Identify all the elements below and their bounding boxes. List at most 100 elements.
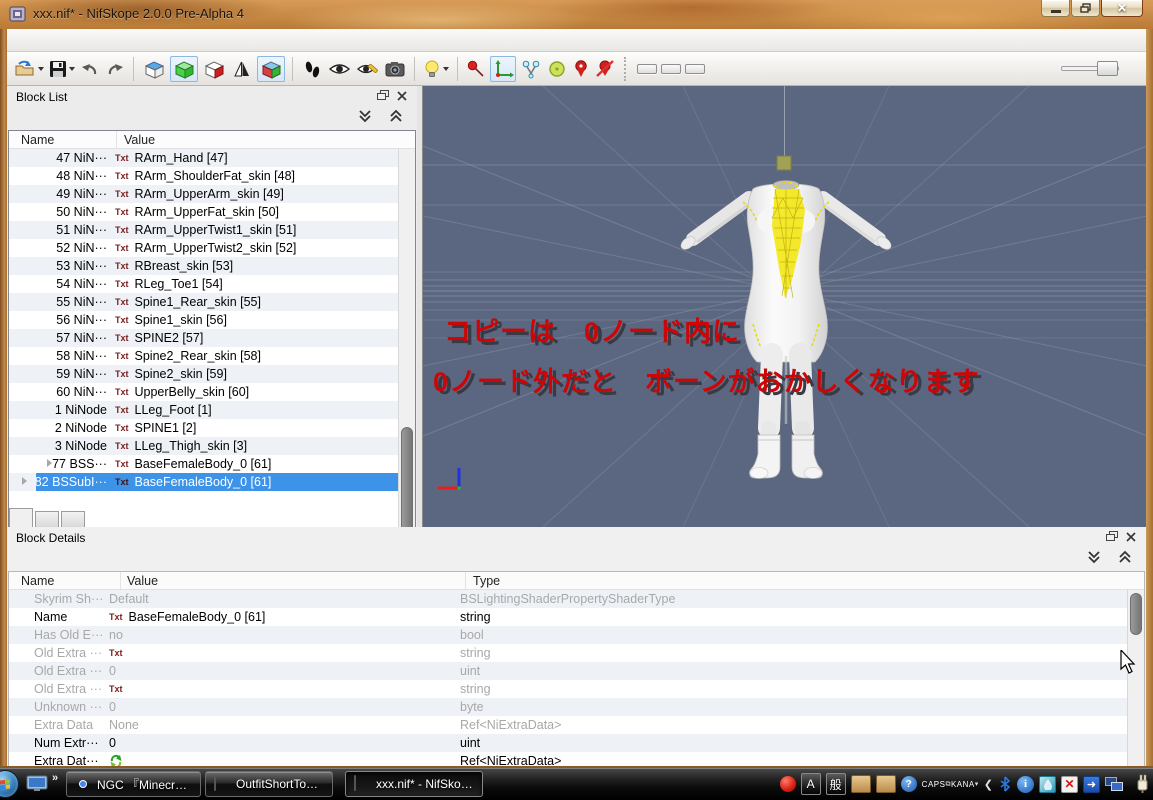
save-button[interactable]: [48, 56, 76, 82]
slider-handle[interactable]: [1097, 61, 1118, 76]
menu-item[interactable]: [31, 38, 49, 42]
scale-slider[interactable]: [1061, 61, 1119, 76]
detail-row[interactable]: Old Extra ··· Txt string: [9, 680, 1127, 698]
hide-markers-button[interactable]: [594, 56, 616, 82]
column-header-type[interactable]: Type: [466, 572, 1144, 589]
toolbar-menu-label[interactable]: [710, 65, 730, 73]
close-button[interactable]: ✕: [1101, 0, 1143, 17]
taskbar-button[interactable]: OutfitShortTop.nif...: [205, 771, 333, 797]
block-list-row[interactable]: 59 NiN··· Txt Spine2_skin [59]: [9, 365, 398, 383]
menu-item[interactable]: [67, 38, 85, 42]
detail-row[interactable]: Skyrim Sh··· Default BSLightingShaderPro…: [9, 590, 1127, 608]
block-list-row[interactable]: 55 NiN··· Txt Spine1_Rear_skin [55]: [9, 293, 398, 311]
dock-tab[interactable]: [61, 511, 85, 527]
power-plug-icon[interactable]: [1134, 774, 1150, 794]
column-header-value[interactable]: Value: [117, 131, 415, 148]
show-markers-button[interactable]: [571, 56, 591, 82]
block-list-row[interactable]: 51 NiN··· Txt RArm_UpperTwist1_skin [51]: [9, 221, 398, 239]
column-header-name[interactable]: Name: [9, 131, 117, 148]
float-panel-icon[interactable]: [1106, 531, 1118, 542]
ime-palette-icon[interactable]: [850, 775, 871, 793]
block-list-row[interactable]: 49 NiN··· Txt RArm_UpperArm_skin [49]: [9, 185, 398, 203]
detail-row[interactable]: Old Extra ··· 0 uint: [9, 662, 1127, 680]
menu-item[interactable]: [13, 38, 31, 42]
collapse-all-button[interactable]: [354, 108, 376, 124]
detail-row[interactable]: Unknown ··· 0 byte: [9, 698, 1127, 716]
detail-row[interactable]: Has Old E··· no bool: [9, 626, 1127, 644]
block-list-row[interactable]: 82 BSSubI··· Txt BaseFemaleBody_0 [61]: [9, 473, 398, 491]
block-list-row[interactable]: 1 NiNode Txt LLeg_Foot [1]: [9, 401, 398, 419]
redo-button[interactable]: [104, 56, 126, 82]
expand-all-button[interactable]: [1114, 549, 1136, 565]
show-axes-button[interactable]: [490, 55, 516, 82]
minimize-button[interactable]: [1041, 0, 1070, 17]
backface-mode-button[interactable]: [201, 56, 227, 82]
bluetooth-icon[interactable]: [998, 776, 1012, 792]
edit-visibility-button[interactable]: [355, 56, 380, 82]
menu-item[interactable]: [103, 38, 121, 42]
close-panel-icon[interactable]: [397, 90, 407, 101]
viewport[interactable]: コピーは 0ノード内に 0ノード外だと ボーンがおかしくなります: [422, 86, 1146, 527]
show-collision-button[interactable]: [546, 56, 568, 82]
open-dropdown-caret[interactable]: [38, 66, 44, 71]
lighting-dropdown-caret[interactable]: [443, 66, 449, 71]
block-list-row[interactable]: 53 NiN··· Txt RBreast_skin [53]: [9, 257, 398, 275]
block-list-row[interactable]: 2 NiNode Txt SPINE1 [2]: [9, 419, 398, 437]
dock-toggle-button[interactable]: [637, 63, 657, 74]
detail-row[interactable]: Num Extr··· 0 uint: [9, 734, 1127, 752]
block-details-scrollbar[interactable]: [1127, 590, 1144, 766]
close-panel-icon[interactable]: [1126, 531, 1136, 542]
dual-monitor-icon[interactable]: [1105, 776, 1123, 792]
restore-button[interactable]: [1071, 0, 1100, 17]
block-list-row[interactable]: 60 NiN··· Txt UpperBelly_skin [60]: [9, 383, 398, 401]
block-list-row[interactable]: 50 NiN··· Txt RArm_UpperFat_skin [50]: [9, 203, 398, 221]
dock-tab[interactable]: [35, 511, 59, 527]
menu-item[interactable]: [85, 38, 103, 42]
block-list-row[interactable]: 77 BSS··· Txt BaseFemaleBody_0 [61]: [9, 455, 398, 473]
collapse-all-button[interactable]: [1083, 549, 1105, 565]
animation-play-button[interactable]: [300, 56, 324, 82]
detail-row[interactable]: Name Txt BaseFemaleBody_0 [61] string: [9, 608, 1127, 626]
caps-kana-indicator[interactable]: CAPS ⧉ KANA ▾: [922, 780, 979, 789]
detail-row[interactable]: Extra Dat··· Ref<NiExtraData>: [9, 752, 1127, 766]
refresh-icon[interactable]: [109, 754, 123, 766]
dock-toggle-button[interactable]: [661, 63, 681, 74]
wireframe-mode-button[interactable]: [141, 56, 167, 82]
column-header-value[interactable]: Value: [121, 572, 466, 589]
titlebar[interactable]: xxx.nif* - NifSkope 2.0.0 Pre-Alpha 4 ✕: [0, 0, 1153, 29]
hidden-icons-chevron[interactable]: ❮: [984, 778, 993, 791]
expand-all-button[interactable]: [385, 108, 407, 124]
show-hidden-button[interactable]: [327, 56, 352, 82]
solid-mode-button[interactable]: [170, 55, 198, 82]
info-icon[interactable]: i: [1017, 775, 1034, 793]
block-list-row[interactable]: 58 NiN··· Txt Spine2_Rear_skin [58]: [9, 347, 398, 365]
show-desktop-icon[interactable]: [26, 775, 48, 792]
ime-general-button[interactable]: 般: [825, 773, 846, 795]
block-list-row[interactable]: 3 NiNode Txt LLeg_Thigh_skin [3]: [9, 437, 398, 455]
column-header-name[interactable]: Name: [9, 572, 121, 589]
block-list-row[interactable]: 48 NiN··· Txt RArm_ShoulderFat_skin [48]: [9, 167, 398, 185]
start-button[interactable]: [0, 770, 19, 798]
ime-toolbox-icon[interactable]: [875, 775, 896, 793]
lighting-button[interactable]: [422, 56, 450, 82]
float-panel-icon[interactable]: [377, 90, 389, 101]
block-list-row[interactable]: 57 NiN··· Txt SPINE2 [57]: [9, 329, 398, 347]
scrollbar-thumb[interactable]: [1130, 593, 1142, 635]
node-handle[interactable]: [776, 155, 792, 171]
expand-arrow-icon[interactable]: [22, 477, 27, 485]
open-button[interactable]: [13, 56, 45, 82]
screenshot-button[interactable]: [383, 56, 407, 82]
ime-ball-icon[interactable]: [779, 776, 796, 792]
block-list-row[interactable]: 56 NiN··· Txt Spine1_skin [56]: [9, 311, 398, 329]
vertex-probe-button[interactable]: [465, 56, 487, 82]
quick-launch-overflow-chevron[interactable]: »: [52, 772, 58, 784]
block-list-row[interactable]: 47 NiN··· Txt RArm_Hand [47]: [9, 149, 398, 167]
block-list-row[interactable]: 54 NiN··· Txt RLeg_Toe1 [54]: [9, 275, 398, 293]
show-nodes-button[interactable]: [519, 56, 543, 82]
textured-mode-button[interactable]: [257, 55, 285, 82]
ime-mode-button[interactable]: A: [800, 773, 821, 795]
network-disconnected-icon[interactable]: ✕: [1061, 775, 1078, 793]
normals-button[interactable]: [230, 56, 254, 82]
utility-icon[interactable]: [1039, 775, 1056, 793]
detail-row[interactable]: Extra Data None Ref<NiExtraData>: [9, 716, 1127, 734]
